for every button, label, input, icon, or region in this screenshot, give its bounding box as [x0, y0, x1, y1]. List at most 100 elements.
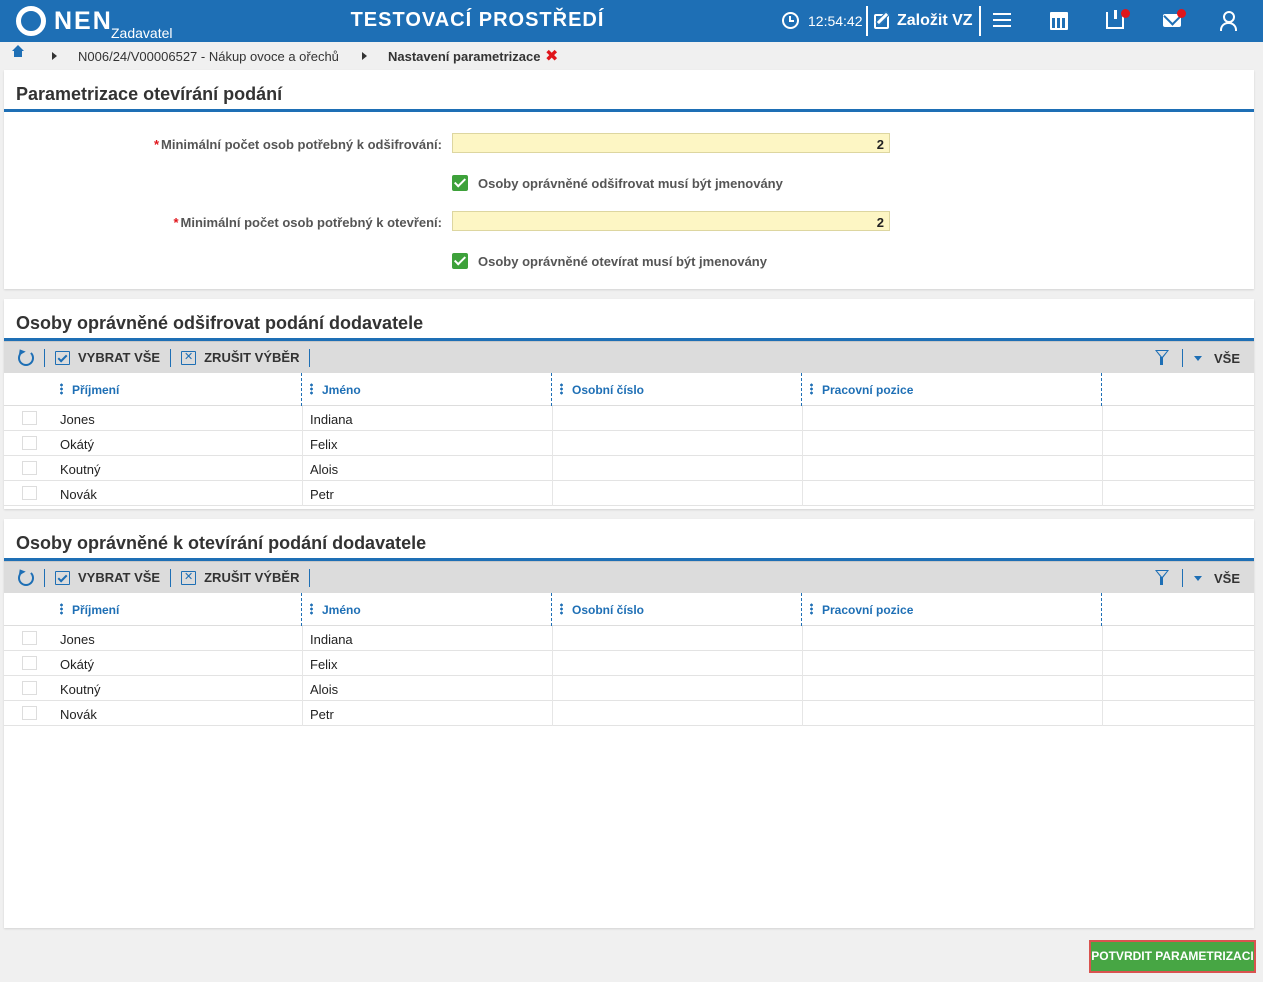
column-header-surname[interactable]: Příjmení — [52, 593, 302, 626]
cell-surname: Novák — [60, 707, 97, 722]
refresh-icon[interactable] — [18, 569, 34, 586]
calculator-icon[interactable] — [1050, 12, 1068, 30]
chevron-down-icon[interactable] — [1194, 356, 1202, 361]
decrypt-min-input[interactable] — [452, 133, 890, 153]
cell-surname: Koutný — [60, 682, 101, 697]
column-header-name[interactable]: Jméno — [302, 373, 552, 406]
cell-name: Alois — [310, 462, 339, 477]
decrypt-min-row: * Minimální počet osob potřebný k odšifro… — [4, 133, 1254, 155]
toolbar-divider — [44, 348, 45, 367]
select-all-icon — [55, 570, 70, 585]
table-row[interactable]: Jones Indiana — [4, 626, 1254, 651]
select-all-button[interactable]: VYBRAT VŠE — [55, 570, 160, 585]
filter-all-dropdown[interactable]: VŠE — [1214, 571, 1240, 586]
table-row[interactable]: Jones Indiana — [4, 406, 1254, 431]
chevron-right-icon — [362, 52, 367, 60]
toolbar-divider — [1182, 569, 1183, 587]
decrypt-named-checkbox[interactable] — [452, 175, 468, 191]
open-persons-title: Osoby oprávněné k otevírání podání dodav… — [4, 519, 1254, 561]
row-checkbox[interactable] — [22, 411, 37, 425]
filter-icon[interactable] — [1155, 350, 1169, 365]
table-row[interactable]: Okátý Felix — [4, 651, 1254, 676]
user-icon[interactable] — [1220, 11, 1237, 31]
filter-all-dropdown[interactable]: VŠE — [1214, 351, 1240, 366]
toolbar-divider — [44, 568, 45, 587]
column-menu-icon[interactable] — [310, 603, 313, 615]
open-min-input[interactable] — [452, 211, 890, 231]
decrypt-persons-title: Osoby oprávněné odšifrovat podání dodava… — [4, 299, 1254, 341]
row-checkbox[interactable] — [22, 706, 37, 720]
clock-icon — [782, 12, 799, 29]
cell-surname: Jones — [60, 412, 95, 427]
table-row[interactable]: Koutný Alois — [4, 456, 1254, 481]
column-menu-icon[interactable] — [560, 383, 563, 395]
chevron-down-icon[interactable] — [1194, 576, 1202, 581]
close-icon[interactable]: ✖ — [545, 46, 558, 66]
grid-header: Příjmení Jméno Osobní číslo Pracovní poz… — [4, 593, 1254, 626]
menu-icon[interactable] — [993, 10, 1015, 32]
edit-icon — [874, 13, 889, 29]
logo-text[interactable]: NEN — [54, 7, 113, 36]
select-all-icon — [55, 350, 70, 365]
column-menu-icon[interactable] — [810, 383, 813, 395]
session-clock: 12:54:42 — [808, 13, 863, 29]
row-checkbox[interactable] — [22, 631, 37, 645]
select-all-label: VYBRAT VŠE — [78, 570, 161, 585]
home-icon[interactable] — [11, 45, 24, 62]
decrypt-named-label: Osoby oprávněné odšifrovat musí být jmen… — [478, 175, 783, 191]
toolbar-divider — [309, 568, 311, 587]
toolbar-divider — [170, 348, 172, 367]
open-named-checkbox[interactable] — [452, 253, 468, 269]
clear-selection-icon: ✕ — [181, 570, 197, 585]
column-menu-icon[interactable] — [60, 603, 63, 615]
table-row[interactable]: Novák Petr — [4, 701, 1254, 726]
column-menu-icon[interactable] — [810, 603, 813, 615]
column-header-personal-number[interactable]: Osobní číslo — [552, 373, 802, 406]
select-all-label: VYBRAT VŠE — [78, 350, 161, 365]
row-checkbox[interactable] — [22, 461, 37, 475]
decrypt-min-label: * Minimální počet osob potřebný k odšifro… — [153, 137, 442, 152]
cell-name: Petr — [310, 487, 334, 502]
column-header-surname[interactable]: Příjmení — [52, 373, 302, 406]
toolbar-divider — [170, 568, 172, 587]
column-menu-icon[interactable] — [560, 603, 563, 615]
decrypt-named-row: Osoby oprávněné odšifrovat musí být jmen… — [452, 174, 783, 192]
decrypt-persons-panel: Osoby oprávněné odšifrovat podání dodava… — [4, 299, 1254, 509]
table-row[interactable]: Okátý Felix — [4, 431, 1254, 456]
row-checkbox[interactable] — [22, 681, 37, 695]
parametrization-title: Parametrizace otevírání podání — [4, 70, 1254, 112]
cell-name: Indiana — [310, 632, 353, 647]
column-menu-icon[interactable] — [60, 383, 63, 395]
clear-selection-button[interactable]: ✕ ZRUŠIT VÝBĚR — [181, 570, 299, 585]
row-checkbox[interactable] — [22, 436, 37, 450]
table-row[interactable]: Novák Petr — [4, 481, 1254, 506]
row-checkbox[interactable] — [22, 656, 37, 670]
row-checkbox[interactable] — [22, 486, 37, 500]
toolbar-divider — [309, 348, 311, 367]
table-row[interactable]: Koutný Alois — [4, 676, 1254, 701]
breadcrumb-contract-link[interactable]: N006/24/V00006527 - Nákup ovoce a ořechů — [78, 49, 339, 64]
column-header-position[interactable]: Pracovní pozice — [802, 373, 1102, 406]
cell-name: Indiana — [310, 412, 353, 427]
create-contract-label: Založit VZ — [897, 12, 973, 29]
filter-icon[interactable] — [1155, 570, 1169, 585]
column-menu-icon[interactable] — [310, 383, 313, 395]
column-header-position[interactable]: Pracovní pozice — [802, 593, 1102, 626]
refresh-icon[interactable] — [18, 349, 34, 366]
column-header-personal-number[interactable]: Osobní číslo — [552, 593, 802, 626]
column-header-name[interactable]: Jméno — [302, 593, 552, 626]
nen-logo-icon[interactable] — [16, 6, 46, 36]
chevron-right-icon — [52, 52, 57, 60]
cell-name: Felix — [310, 657, 338, 672]
cell-surname: Koutný — [60, 462, 101, 477]
open-min-row: * Minimální počet osob potřebný k otevřen… — [4, 211, 1254, 233]
grid-header: Příjmení Jméno Osobní číslo Pracovní poz… — [4, 373, 1254, 406]
cell-surname: Okátý — [60, 437, 94, 452]
environment-title: TESTOVACÍ PROSTŘEDÍ — [350, 9, 605, 31]
open-named-row: Osoby oprávněné otevírat musí být jmenov… — [452, 252, 767, 270]
confirm-parametrization-button[interactable]: POTVRDIT PARAMETRIZACI — [1089, 940, 1256, 973]
create-contract-button[interactable]: Založit VZ — [866, 6, 981, 36]
clear-selection-icon: ✕ — [181, 350, 197, 365]
clear-selection-button[interactable]: ✕ ZRUŠIT VÝBĚR — [181, 350, 299, 365]
select-all-button[interactable]: VYBRAT VŠE — [55, 350, 160, 365]
